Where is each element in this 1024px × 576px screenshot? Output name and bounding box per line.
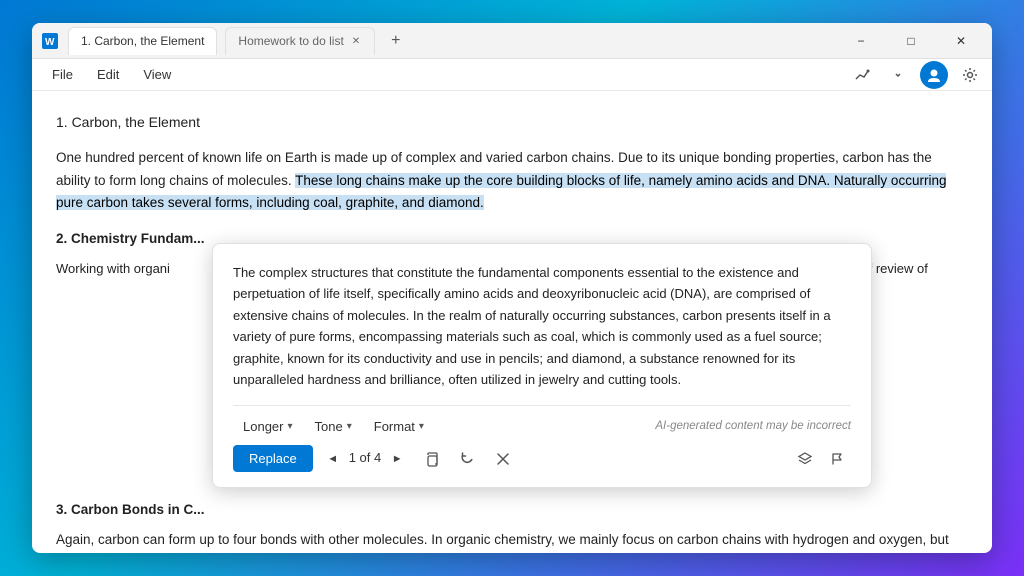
tone-dropdown[interactable]: Tone ▾ bbox=[305, 415, 362, 438]
close-button[interactable]: ✕ bbox=[938, 27, 984, 55]
document-title: 1. Carbon, the Element bbox=[56, 111, 968, 133]
draw-icon[interactable] bbox=[848, 61, 876, 89]
longer-label: Longer bbox=[243, 419, 283, 434]
svg-text:W: W bbox=[45, 37, 55, 48]
nav-count-label: 1 of 4 bbox=[349, 448, 382, 469]
nav-prev-button[interactable]: ◄ bbox=[321, 447, 345, 471]
ai-rewrite-popup: The complex structures that constitute t… bbox=[212, 243, 872, 488]
menu-bar-right bbox=[848, 61, 984, 89]
nav-next-button[interactable]: ► bbox=[385, 447, 409, 471]
title-bar: W 1. Carbon, the Element Homework to do … bbox=[32, 23, 992, 59]
nav-controls: ◄ 1 of 4 ► bbox=[321, 447, 410, 471]
ai-disclaimer-text: AI-generated content may be incorrect bbox=[655, 417, 851, 435]
menu-edit[interactable]: Edit bbox=[85, 63, 131, 86]
layers-icon[interactable] bbox=[791, 445, 819, 473]
title-bar-right: − □ ✕ bbox=[838, 27, 984, 55]
tone-chevron-icon: ▾ bbox=[347, 421, 352, 432]
minimize-button[interactable]: − bbox=[838, 27, 884, 55]
longer-chevron-icon: ▾ bbox=[287, 421, 292, 432]
replace-button[interactable]: Replace bbox=[233, 445, 313, 472]
menu-file[interactable]: File bbox=[40, 63, 85, 86]
user-avatar[interactable] bbox=[920, 61, 948, 89]
format-label: Format bbox=[374, 419, 415, 434]
section-3-heading: 3. Carbon Bonds in C... bbox=[56, 499, 968, 521]
tab-inactive[interactable]: Homework to do list ✕ bbox=[225, 27, 375, 55]
main-window: W 1. Carbon, the Element Homework to do … bbox=[32, 23, 992, 553]
chevron-small-icon[interactable] bbox=[884, 61, 912, 89]
popup-right-icons bbox=[791, 445, 851, 473]
format-dropdown[interactable]: Format ▾ bbox=[364, 415, 434, 438]
settings-icon[interactable] bbox=[956, 61, 984, 89]
tab-active[interactable]: 1. Carbon, the Element bbox=[68, 27, 217, 55]
popup-actions: Replace ◄ 1 of 4 ► bbox=[233, 445, 851, 473]
popup-rewritten-text: The complex structures that constitute t… bbox=[233, 262, 851, 391]
dismiss-button[interactable] bbox=[489, 445, 517, 473]
tone-label: Tone bbox=[315, 419, 343, 434]
app-icon: W bbox=[40, 31, 60, 51]
refresh-button[interactable] bbox=[453, 445, 481, 473]
copy-button[interactable] bbox=[417, 445, 445, 473]
popup-toolbar: Longer ▾ Tone ▾ Format ▾ AI-generated co… bbox=[233, 405, 851, 437]
menu-view[interactable]: View bbox=[131, 63, 183, 86]
menu-bar: File Edit View bbox=[32, 59, 992, 91]
format-chevron-icon: ▾ bbox=[419, 421, 424, 432]
flag-icon[interactable] bbox=[823, 445, 851, 473]
document-content: 1. Carbon, the Element One hundred perce… bbox=[32, 91, 992, 553]
tab-close-icon[interactable]: ✕ bbox=[350, 34, 362, 49]
tab-inactive-label: Homework to do list bbox=[238, 34, 343, 48]
paragraph-3: Again, carbon can form up to four bonds … bbox=[56, 529, 968, 553]
tab-active-label: 1. Carbon, the Element bbox=[81, 34, 204, 48]
tab-add-button[interactable]: + bbox=[383, 32, 408, 50]
title-bar-left: W 1. Carbon, the Element Homework to do … bbox=[40, 27, 409, 55]
paragraph-1: One hundred percent of known life on Ear… bbox=[56, 147, 968, 214]
maximize-button[interactable]: □ bbox=[888, 27, 934, 55]
longer-dropdown[interactable]: Longer ▾ bbox=[233, 415, 303, 438]
